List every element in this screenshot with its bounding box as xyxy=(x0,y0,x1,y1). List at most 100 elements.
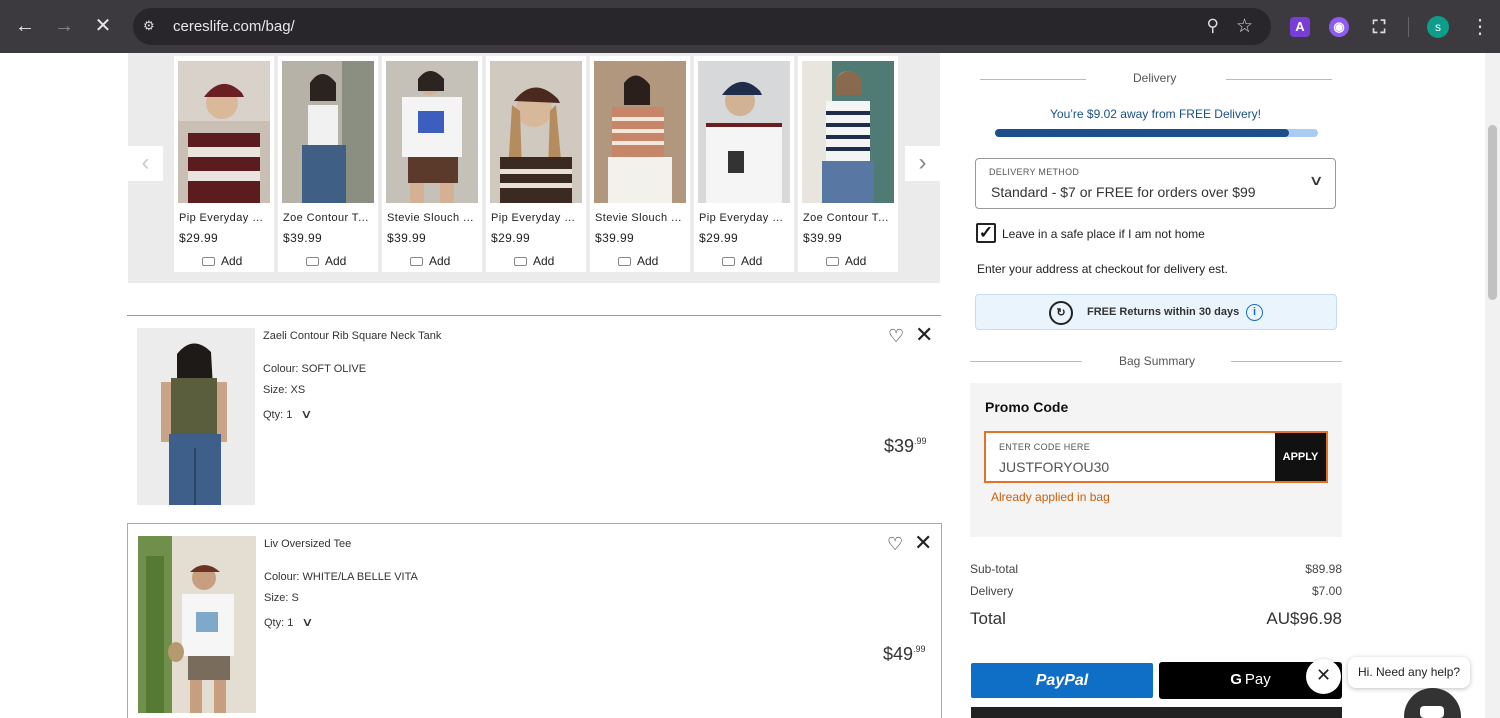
wishlist-heart-icon[interactable]: ♡ xyxy=(887,535,907,555)
total-label: Total xyxy=(970,609,1006,628)
safe-place-checkbox[interactable]: ✓ xyxy=(976,223,996,243)
delivery-cost-row: Delivery $7.00 xyxy=(970,584,1342,598)
bag-item-colour: Colour: WHITE/LA BELLE VITA xyxy=(264,571,418,583)
product-image[interactable] xyxy=(698,61,790,203)
wishlist-heart-icon[interactable]: ♡ xyxy=(888,327,908,347)
total-row: Total AU$96.98 xyxy=(970,609,1342,629)
promo-code-input[interactable] xyxy=(999,459,1259,475)
remove-item-icon[interactable]: ✕ xyxy=(914,532,934,554)
zoom-icon[interactable]: ⚲ xyxy=(1207,16,1219,36)
url-text[interactable]: cereslife.com/bag/ xyxy=(173,18,295,35)
product-price: $29.99 xyxy=(699,231,739,245)
add-to-bag-button[interactable]: Add xyxy=(410,254,450,268)
add-to-bag-button[interactable]: Add xyxy=(306,254,346,268)
product-name[interactable]: Pip Everyday Cap xyxy=(699,212,789,224)
product-image[interactable] xyxy=(490,61,582,203)
chat-launcher-icon[interactable] xyxy=(1404,688,1461,718)
bookmark-star-icon[interactable]: ☆ xyxy=(1236,15,1253,38)
forward-icon[interactable]: → xyxy=(53,15,75,37)
add-to-bag-button[interactable]: Add xyxy=(618,254,658,268)
product-name[interactable]: Zoe Contour Tank xyxy=(283,212,373,224)
product-name[interactable]: Zoe Contour Tank xyxy=(803,212,893,224)
bag-icon xyxy=(514,257,527,266)
bag-item: Liv Oversized Tee Colour: WHITE/LA BELLE… xyxy=(127,523,942,718)
remove-item-icon[interactable]: ✕ xyxy=(915,324,935,346)
free-delivery-message: You’re $9.02 away from FREE Delivery! xyxy=(1050,107,1261,121)
bag-item-size: Size: XS xyxy=(263,384,306,396)
delivery-method-select[interactable]: DELIVERY METHOD Standard - $7 or FREE fo… xyxy=(975,158,1336,209)
paypal-button[interactable]: PayPal xyxy=(971,663,1153,698)
product-name[interactable]: Stevie Slouch Tee xyxy=(387,212,477,224)
free-delivery-progress-fill xyxy=(995,129,1289,137)
product-card[interactable]: Stevie Slouch Tee $39.99 Add xyxy=(590,56,690,272)
safe-place-label[interactable]: Leave in a safe place if I am not home xyxy=(1002,227,1205,241)
free-returns-text: FREE Returns within 30 days xyxy=(1087,306,1240,318)
extension-b-icon[interactable]: ◉ xyxy=(1329,17,1349,37)
bag-item-image[interactable] xyxy=(138,536,256,713)
promo-code-panel: Promo Code ENTER CODE HERE APPLY Already… xyxy=(970,383,1342,537)
toolbar-separator xyxy=(1408,17,1409,37)
delivery-method-value[interactable]: Standard - $7 or FREE for orders over $9… xyxy=(991,184,1256,200)
product-card[interactable]: Pip Everyday Cap $29.99 Add xyxy=(486,56,586,272)
stop-loading-icon[interactable]: ✕ xyxy=(92,15,114,37)
product-image[interactable] xyxy=(386,61,478,203)
bag-icon xyxy=(202,257,215,266)
bag-item: Zaeli Contour Rib Square Neck Tank Colou… xyxy=(127,316,942,516)
free-returns-banner: ↻ FREE Returns within 30 days i xyxy=(975,294,1337,330)
bag-item-name[interactable]: Zaeli Contour Rib Square Neck Tank xyxy=(263,330,441,342)
bag-item-qty-select[interactable]: Qty: 1 ∨ xyxy=(264,615,314,629)
chevron-down-icon[interactable]: ∨ xyxy=(1308,172,1323,189)
carousel-prev-button[interactable]: ‹ xyxy=(128,146,163,181)
bag-icon xyxy=(826,257,839,266)
site-settings-icon[interactable]: ⚙ xyxy=(143,18,159,34)
bag-icon xyxy=(722,257,735,266)
product-image[interactable] xyxy=(802,61,894,203)
bag-item-image[interactable] xyxy=(137,328,255,505)
extension-a-icon[interactable]: A xyxy=(1290,17,1310,37)
add-to-bag-button[interactable]: Add xyxy=(514,254,554,268)
add-to-bag-button[interactable]: Add xyxy=(826,254,866,268)
product-price: $39.99 xyxy=(595,231,635,245)
page-scrollbar-thumb[interactable] xyxy=(1488,125,1497,300)
product-name[interactable]: Pip Everyday Cap xyxy=(491,212,581,224)
carousel-next-button[interactable]: › xyxy=(905,146,940,181)
google-g-icon: G xyxy=(1230,671,1242,688)
delivery-heading: Delivery xyxy=(1133,71,1177,85)
bag-icon xyxy=(410,257,423,266)
product-price: $39.99 xyxy=(803,231,843,245)
checkout-button[interactable] xyxy=(971,707,1342,718)
apply-promo-button[interactable]: APPLY xyxy=(1275,433,1326,481)
product-card[interactable]: Pip Everyday Cap $29.99 Add xyxy=(694,56,794,272)
product-card[interactable]: Stevie Slouch Tee $39.99 Add xyxy=(382,56,482,272)
browser-menu-icon[interactable]: ⋮ xyxy=(1470,14,1490,39)
back-icon[interactable]: ← xyxy=(14,15,36,37)
subtotal-label: Sub-total xyxy=(970,562,1019,576)
add-to-bag-button[interactable]: Add xyxy=(722,254,762,268)
bag-summary-heading: Bag Summary xyxy=(1119,354,1196,368)
add-to-bag-button[interactable]: Add xyxy=(202,254,242,268)
profile-avatar[interactable]: s xyxy=(1427,16,1449,38)
product-price: $39.99 xyxy=(387,231,427,245)
promo-code-field[interactable]: ENTER CODE HERE APPLY xyxy=(984,431,1328,483)
product-image[interactable] xyxy=(594,61,686,203)
address-note: Enter your address at checkout for deliv… xyxy=(977,262,1228,276)
product-card[interactable]: Pip Everyday Cap Rugby $29.99 Add xyxy=(174,56,274,272)
product-name[interactable]: Stevie Slouch Tee xyxy=(595,212,685,224)
extensions-puzzle-icon[interactable]: ⛶ xyxy=(1369,17,1389,37)
product-image[interactable] xyxy=(178,61,270,203)
bag-item-qty-select[interactable]: Qty: 1 ∨ xyxy=(263,407,313,421)
delivery-cost-value: $7.00 xyxy=(1311,584,1342,598)
summary-heading-rule xyxy=(970,361,1082,362)
bag-icon xyxy=(306,257,319,266)
product-image[interactable] xyxy=(282,61,374,203)
chat-close-button[interactable]: ✕ xyxy=(1306,659,1341,694)
address-bar[interactable]: ⚙ cereslife.com/bag/ ⚲ ☆ xyxy=(133,8,1271,45)
promo-error-message: Already applied in bag xyxy=(991,490,1110,504)
product-card[interactable]: Zoe Contour Tank $39.99 Add xyxy=(798,56,898,272)
chevron-down-icon: ∨ xyxy=(301,615,314,629)
product-card[interactable]: Zoe Contour Tank $39.99 Add xyxy=(278,56,378,272)
product-name[interactable]: Pip Everyday Cap Rugby xyxy=(179,212,269,224)
chat-greeting-bubble[interactable]: Hi. Need any help? xyxy=(1348,657,1471,688)
info-icon[interactable]: i xyxy=(1246,304,1263,321)
bag-item-name[interactable]: Liv Oversized Tee xyxy=(264,538,351,550)
